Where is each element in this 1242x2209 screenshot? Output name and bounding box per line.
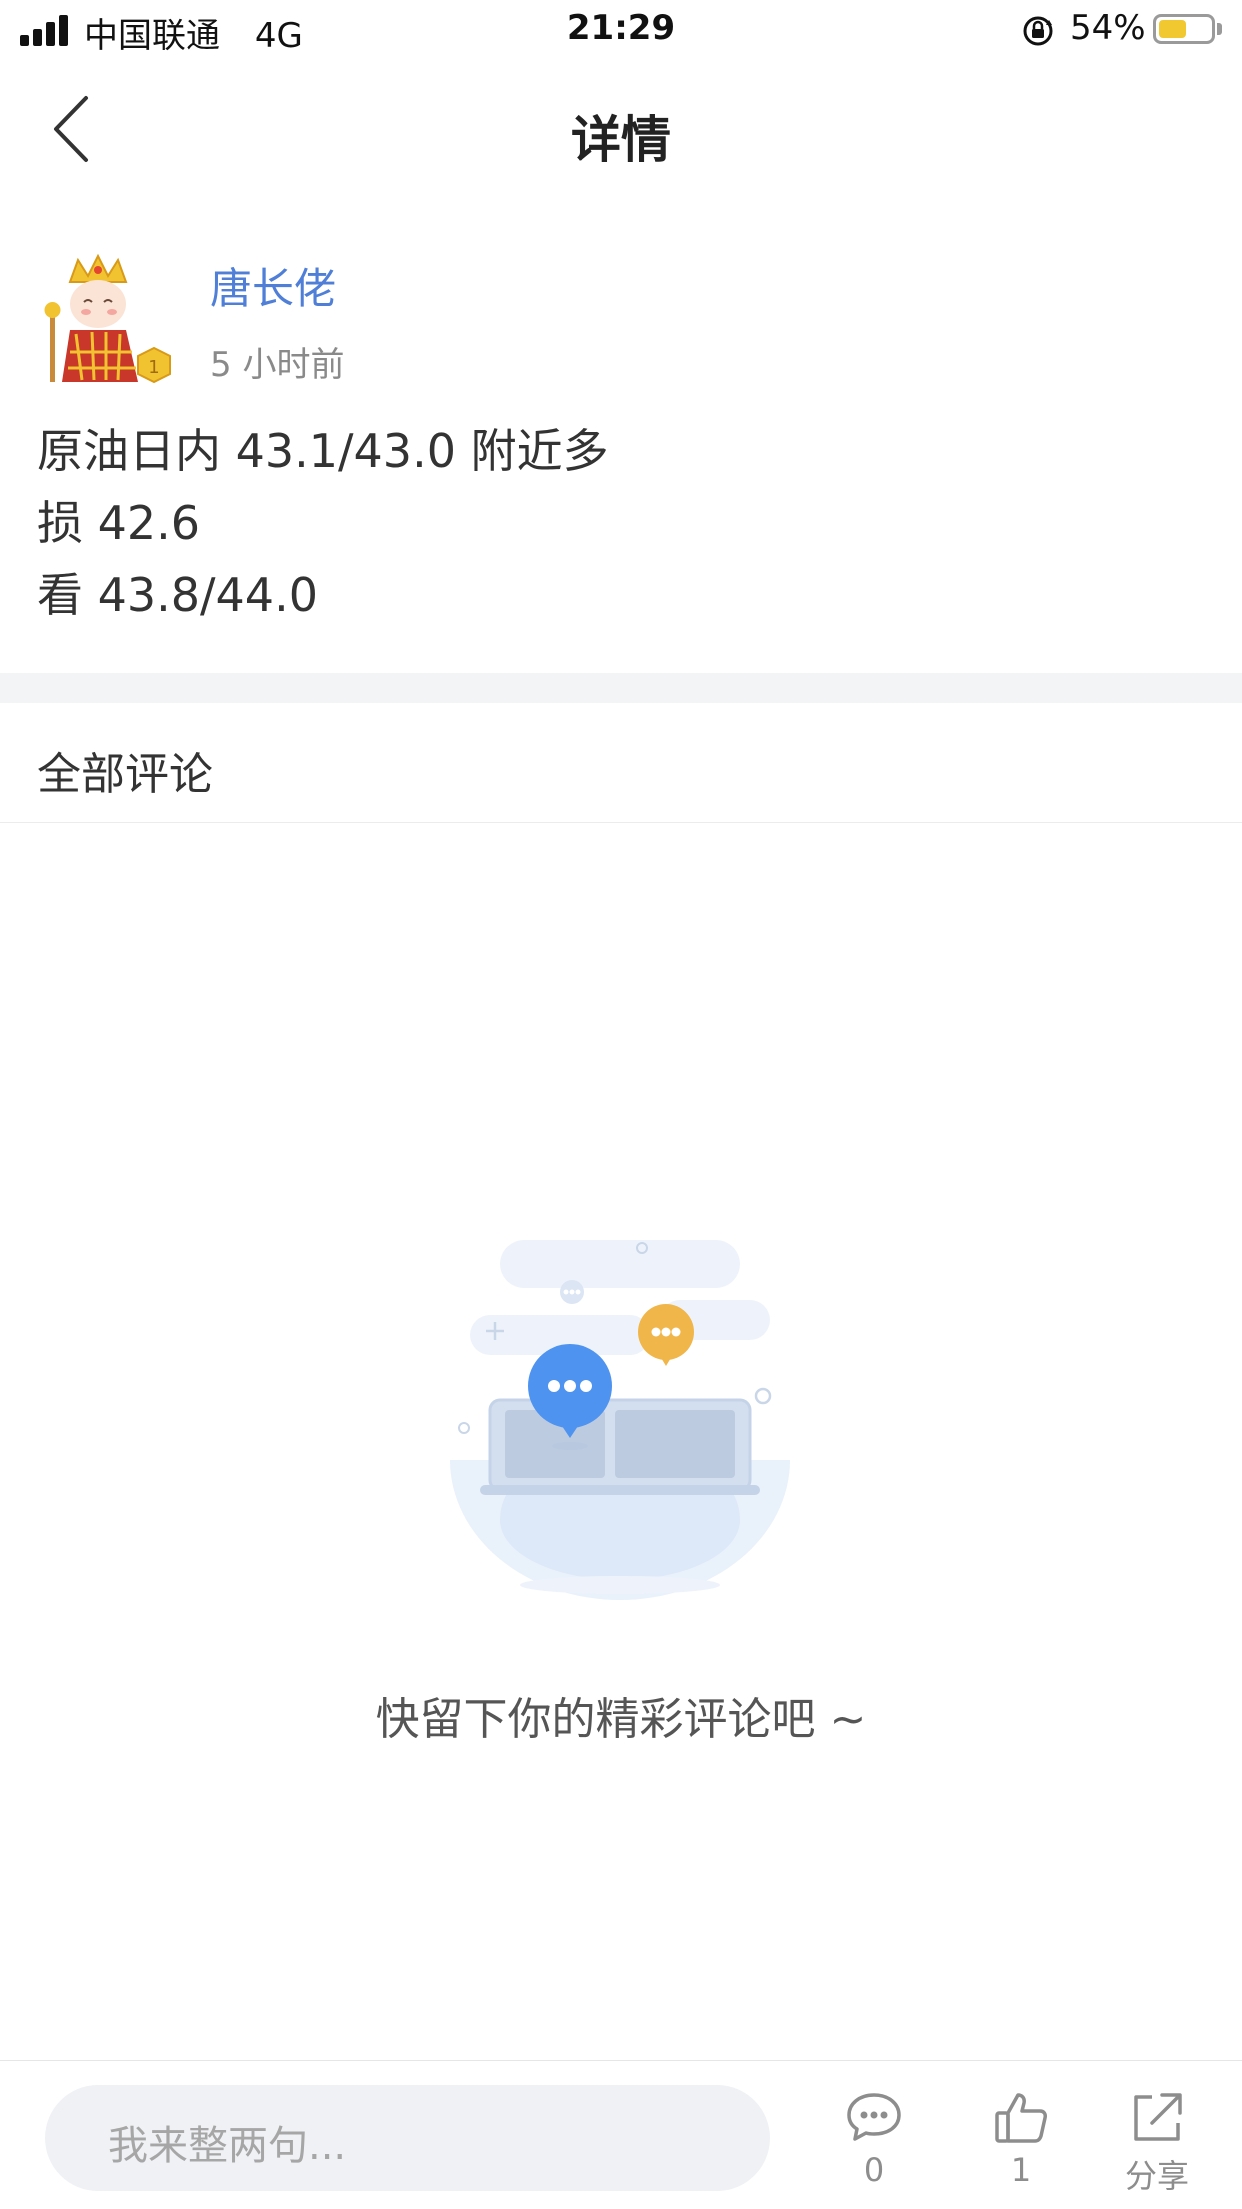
comment-bubble-icon <box>847 2093 901 2141</box>
status-bar: 中国联通 4G 21:29 54% <box>0 0 1242 62</box>
post-line: 看 43.8/44.0 <box>37 568 318 622</box>
post-line: 原油日内 43.1/43.0 附近多 <box>37 424 609 478</box>
battery-level <box>1159 20 1186 38</box>
status-time: 21:29 <box>566 8 676 48</box>
comment-count: 0 <box>863 2151 885 2189</box>
battery-tip <box>1217 23 1222 35</box>
page-title: 详情 <box>571 111 671 169</box>
post-body: 原油日内 43.1/43.0 附近多 损 42.6 看 43.8/44.0 <box>37 415 1197 631</box>
monk-avatar-icon: 1 <box>44 253 171 384</box>
bottom-action-bar: 我来整两句... 0 1 分享 <box>0 2060 1242 2209</box>
comment-input[interactable]: 我来整两句... <box>45 2085 770 2191</box>
comments-header: 全部评论 <box>0 703 1242 823</box>
badge-level: 1 <box>148 357 159 378</box>
comments-title: 全部评论 <box>37 749 213 800</box>
share-label: 分享 <box>1124 2157 1189 2195</box>
post-line: 损 42.6 <box>37 496 201 550</box>
post-time: 5 小时前 <box>210 345 345 385</box>
like-button[interactable]: 1 <box>966 2089 1076 2199</box>
post: 1 唐长佬 5 小时前 原油日内 43.1/43.0 附近多 损 42.6 看 … <box>0 197 1242 673</box>
thumbs-up-icon <box>995 2093 1047 2143</box>
empty-comments-text: 快留下你的精彩评论吧 ~ <box>375 1694 867 1745</box>
comment-input-placeholder: 我来整两句... <box>108 2123 347 2169</box>
battery-icon <box>1153 14 1215 44</box>
nav-bar: 详情 <box>0 62 1242 197</box>
comment-button[interactable]: 0 <box>819 2089 929 2199</box>
author-name[interactable]: 唐长佬 <box>210 255 336 316</box>
section-divider <box>0 673 1242 703</box>
avatar[interactable]: 1 <box>40 252 180 392</box>
empty-comments-illustration <box>450 1240 790 1600</box>
battery-percent: 54% <box>1070 8 1146 48</box>
like-count: 1 <box>1010 2151 1032 2189</box>
rotation-lock-icon <box>1023 16 1053 46</box>
share-button[interactable]: 分享 <box>1102 2089 1212 2199</box>
share-icon <box>1134 2093 1182 2141</box>
